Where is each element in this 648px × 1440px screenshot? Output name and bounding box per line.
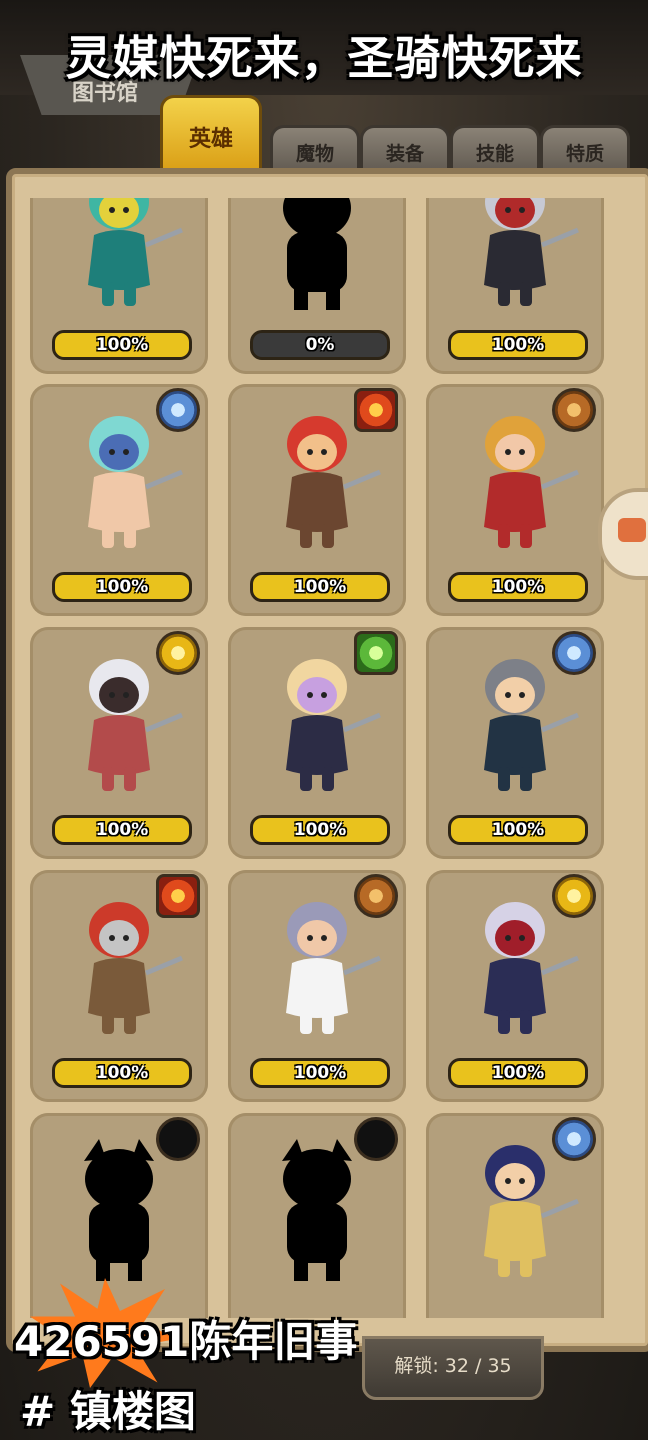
hero-card[interactable]: [30, 1113, 208, 1318]
hero-card[interactable]: 100%: [30, 384, 208, 616]
hero-card[interactable]: 0%: [228, 198, 406, 374]
locked-hero-silhouette: [54, 1131, 184, 1281]
hero-portrait: [450, 645, 580, 795]
progress-bar: 100%: [52, 330, 192, 360]
chat-icon: [618, 518, 646, 542]
progress-bar: 100%: [250, 815, 390, 845]
hero-portrait: [54, 888, 184, 1038]
progress-bar: 0%: [250, 330, 390, 360]
hero-grid[interactable]: 100% 0% 100% 100% 100% 100% 100% 100% 100% 100% 10…: [30, 198, 620, 1318]
hero-portrait: [54, 198, 184, 310]
hero-portrait: [450, 198, 580, 310]
progress-bar: 100%: [448, 815, 588, 845]
progress-bar: 100%: [448, 1058, 588, 1088]
hero-portrait: [54, 402, 184, 552]
hero-card[interactable]: 100%: [426, 870, 604, 1102]
overlay-caption-title: 灵媒快死来，圣骑快死来: [65, 31, 583, 85]
hero-portrait: [252, 645, 382, 795]
progress-bar: 100%: [448, 330, 588, 360]
hero-portrait: [450, 1131, 580, 1281]
hero-card[interactable]: 100%: [426, 198, 604, 374]
unlock-counter: 解锁: 32 / 35: [362, 1336, 544, 1400]
hero-card[interactable]: 100%: [426, 627, 604, 859]
hero-card[interactable]: 100%: [30, 198, 208, 374]
hero-card[interactable]: [426, 1113, 604, 1318]
overlay-caption-tag: # 镇楼图: [20, 1387, 196, 1436]
progress-bar: 100%: [52, 1058, 192, 1088]
hero-portrait: [54, 645, 184, 795]
overlay-caption-id: 426591陈年旧事: [14, 1317, 358, 1366]
hero-card[interactable]: 100%: [228, 870, 406, 1102]
progress-bar: 100%: [52, 572, 192, 602]
progress-bar: 100%: [250, 1058, 390, 1088]
hero-card[interactable]: [228, 1113, 406, 1318]
hero-portrait: [450, 402, 580, 552]
hero-card[interactable]: 100%: [228, 384, 406, 616]
locked-hero-silhouette: [252, 198, 382, 310]
progress-bar: 100%: [448, 572, 588, 602]
progress-bar: 100%: [52, 815, 192, 845]
hero-card[interactable]: 100%: [30, 870, 208, 1102]
hero-card[interactable]: 100%: [426, 384, 604, 616]
locked-hero-silhouette: [252, 1131, 382, 1281]
tab-heroes[interactable]: 英雄: [160, 95, 262, 176]
hero-portrait: [450, 888, 580, 1038]
hero-portrait: [252, 402, 382, 552]
hero-portrait: [252, 888, 382, 1038]
hero-card[interactable]: 100%: [30, 627, 208, 859]
hero-card[interactable]: 100%: [228, 627, 406, 859]
progress-bar: 100%: [250, 572, 390, 602]
category-tabs: 英雄 魔物 装备 技能 特质: [160, 95, 640, 176]
